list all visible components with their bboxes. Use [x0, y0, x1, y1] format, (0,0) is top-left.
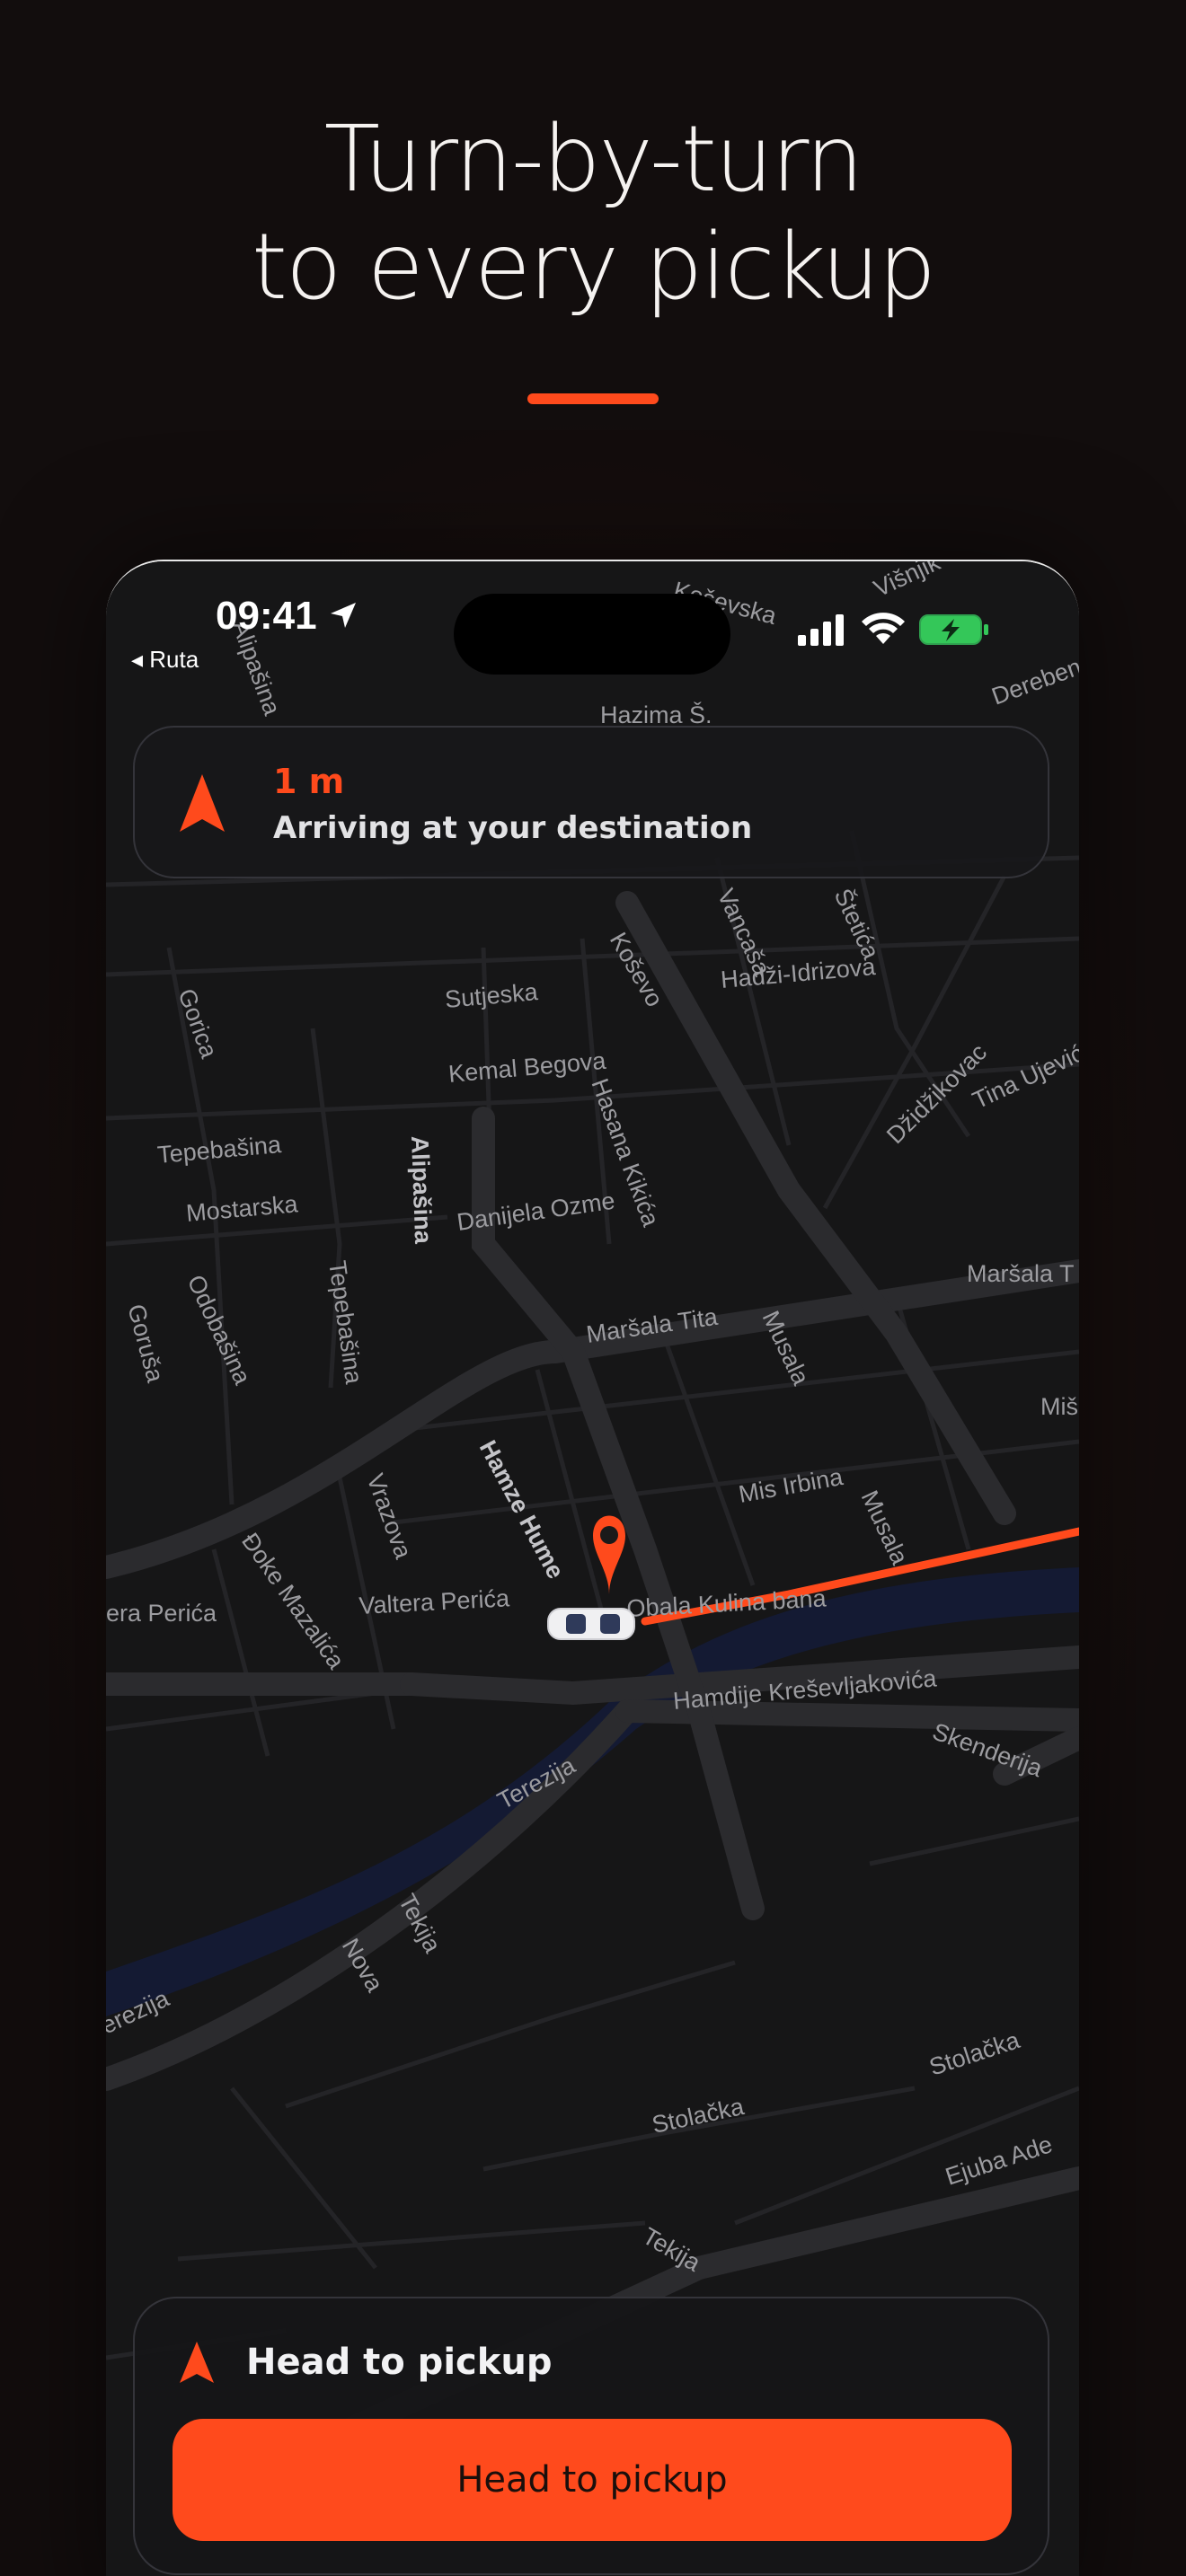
navigation-instruction-card: 1 m Arriving at your destination	[133, 726, 1049, 878]
bottom-sheet-title: Head to pickup	[246, 2342, 553, 2383]
dynamic-island	[454, 594, 730, 675]
street-label: Maršala T	[967, 1260, 1075, 1287]
wifi-icon	[862, 613, 905, 644]
street-label: era Perića	[106, 1600, 217, 1627]
navigation-distance: 1 m	[273, 762, 345, 801]
street-label: Alipašina	[406, 1135, 437, 1245]
head-to-pickup-button[interactable]: Head to pickup	[173, 2419, 1012, 2541]
phone-screen: Alipašina Koševska Višnjik Derebent Hazi…	[106, 560, 1079, 2576]
headline-line-2: to every pickup	[252, 214, 936, 321]
status-icons	[796, 612, 1012, 648]
street-label: Miš	[1040, 1393, 1078, 1420]
accent-divider	[527, 393, 659, 404]
status-time: 09:41	[216, 594, 358, 639]
navigation-instruction: Arriving at your destination	[273, 810, 753, 846]
car-icon	[547, 1608, 635, 1640]
navigation-arrow-icon	[180, 2342, 214, 2383]
street-label: Hazima Š.	[600, 701, 712, 728]
clock: 09:41	[216, 594, 317, 638]
headline: Turn-by-turn to every pickup	[0, 106, 1186, 322]
headline-line-1: Turn-by-turn	[323, 106, 864, 213]
bottom-sheet: Head to pickup Head to pickup	[133, 2297, 1049, 2575]
cellular-signal-icon	[798, 614, 844, 646]
battery-charging-icon	[919, 614, 988, 645]
back-to-app-link[interactable]: ◂ Ruta	[131, 646, 199, 674]
navigation-arrow-icon	[180, 774, 225, 832]
location-arrow-icon	[330, 603, 356, 628]
